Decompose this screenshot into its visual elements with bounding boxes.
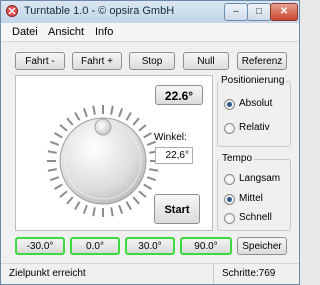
schritte-counter: Schritte:769 (222, 268, 276, 279)
tempo-title: Tempo (220, 153, 255, 164)
radio-dot (224, 123, 235, 134)
dial-tick (138, 124, 147, 132)
minimize-button[interactable]: – (224, 3, 248, 21)
status-bar: Zielpunkt erreicht Schritte:769 (1, 263, 299, 284)
dial-tick (132, 117, 140, 126)
winkel-label: Winkel: (154, 132, 187, 143)
dial-tick (66, 117, 74, 126)
dial-tick (125, 112, 132, 121)
radio-label: Schnell (239, 212, 272, 223)
preset-button[interactable]: -30.0° (15, 237, 65, 255)
dial-tick (143, 132, 152, 139)
winkel-input[interactable]: 22,6° (155, 147, 193, 164)
dial-tick (54, 183, 63, 190)
status-divider (213, 264, 214, 284)
fahrt-minus-button[interactable]: Fahrt - (15, 52, 65, 70)
dial-tick (74, 112, 81, 121)
radio-dot (224, 99, 235, 110)
dial-tick (125, 201, 132, 210)
menu-bar: Datei Ansicht Info (1, 23, 299, 42)
dial-tick (47, 168, 57, 172)
radio-dot (224, 213, 235, 224)
tempo-group: Tempo Langsam Mittel Schnell (217, 153, 291, 231)
radio-label: Langsam (239, 173, 281, 184)
dial-tick (74, 201, 81, 210)
dial-tick (59, 124, 68, 132)
radio-dot (224, 194, 235, 205)
radio-dot (224, 174, 235, 185)
status-message: Zielpunkt erreicht (9, 268, 86, 279)
preset-button[interactable]: 0.0° (70, 237, 120, 255)
positionierung-title: Positionierung (219, 75, 287, 86)
speicher-button[interactable]: Speicher (237, 237, 287, 255)
app-icon (6, 5, 18, 17)
radio-label: Relativ (239, 122, 270, 133)
dial-tick (143, 183, 152, 190)
angle-display-button[interactable]: 22.6° (155, 85, 203, 105)
title-bar[interactable]: Turntable 1.0 - © opsira GmbH – □ ✕ (1, 1, 299, 23)
radio-relativ[interactable]: Relativ (224, 122, 286, 134)
positionierung-group: Positionierung Absolut Relativ (217, 75, 291, 147)
null-button[interactable]: Null (183, 52, 229, 70)
fahrt-plus-button[interactable]: Fahrt + (72, 52, 122, 70)
dial-tick (149, 168, 159, 172)
radio-absolut[interactable]: Absolut (224, 98, 286, 110)
dial-tick (54, 132, 63, 139)
dial-tick (59, 190, 68, 198)
dial-tick (50, 140, 60, 146)
maximize-button[interactable]: □ (247, 3, 271, 21)
menu-datei[interactable]: Datei (12, 26, 38, 38)
stop-button[interactable]: Stop (129, 52, 175, 70)
radio-langsam[interactable]: Langsam (224, 173, 286, 185)
dial-tick (92, 105, 96, 115)
close-button[interactable]: ✕ (270, 3, 298, 21)
dial-tick (50, 176, 60, 182)
dial-knob-icon[interactable] (43, 101, 163, 221)
radio-label: Mittel (239, 193, 263, 204)
radio-mittel[interactable]: Mittel (224, 193, 286, 205)
dial-tick (118, 108, 124, 118)
dial-tick (110, 207, 114, 217)
dial-tick (146, 176, 156, 182)
app-window: Turntable 1.0 - © opsira GmbH – □ ✕ Date… (0, 0, 300, 285)
dial-tick (92, 207, 96, 217)
dial-tick (82, 108, 88, 118)
preset-button[interactable]: 90.0° (180, 237, 232, 255)
dial-tick (138, 190, 147, 198)
dial-tick (132, 196, 140, 205)
dial-tick (66, 196, 74, 205)
dial-tick (47, 150, 57, 154)
dial-tick (82, 204, 88, 214)
menu-info[interactable]: Info (95, 26, 113, 38)
menu-ansicht[interactable]: Ansicht (48, 26, 84, 38)
radio-schnell[interactable]: Schnell (224, 212, 286, 224)
dial-tick (118, 204, 124, 214)
window-title: Turntable 1.0 - © opsira GmbH (24, 5, 175, 17)
dial-tick (110, 105, 114, 115)
radio-label: Absolut (239, 98, 273, 109)
start-button[interactable]: Start (154, 194, 200, 224)
preset-button[interactable]: 30.0° (125, 237, 175, 255)
referenz-button[interactable]: Referenz (237, 52, 287, 70)
